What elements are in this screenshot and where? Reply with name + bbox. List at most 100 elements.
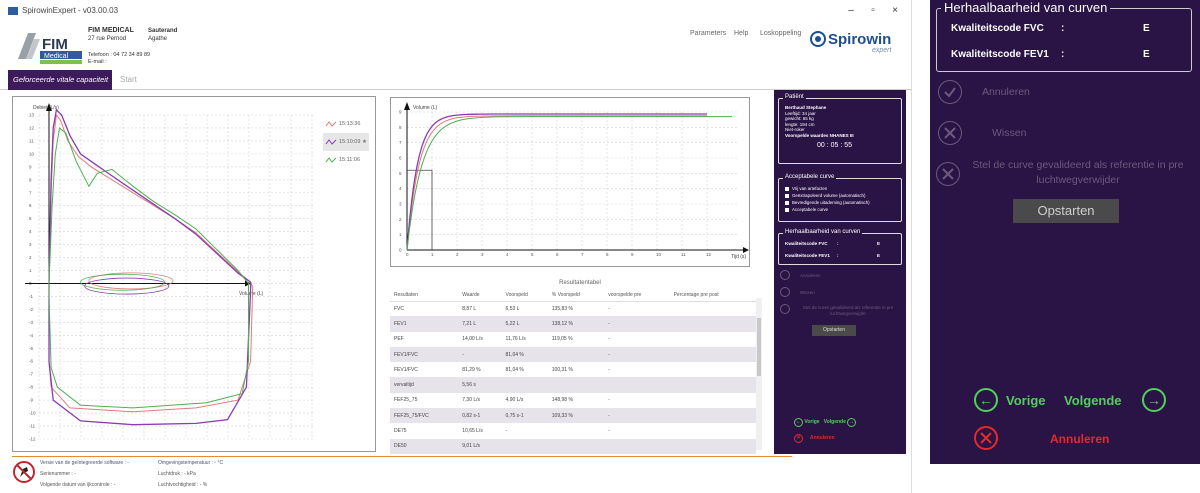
legend-time: 15:10:09 [339, 139, 361, 145]
table-row[interactable]: FEF25_75/FVC 0,82 s-1 0,75 s-1 109,33 % - [390, 408, 756, 424]
table-cell: DE50 [390, 438, 459, 454]
menu-disconnect[interactable]: Loskoppeling [760, 30, 801, 37]
table-cell: 9,01 L/s [458, 438, 502, 454]
wipe-x-icon[interactable] [780, 287, 790, 297]
table-cell: - [458, 346, 502, 363]
legend-item-selected[interactable]: 15:10:09 ★ [323, 133, 369, 151]
table-cell: 135,83 % [551, 305, 573, 312]
zoom-wipe-x-icon[interactable] [938, 121, 962, 145]
flow-y-label: Debiet (L/s) [33, 105, 59, 111]
cancel-x-icon[interactable]: × [794, 434, 803, 443]
zoom-fev1-label: Kwaliteitscode FEV1 [951, 49, 1049, 60]
colon: : [1061, 23, 1065, 34]
table-cell [547, 346, 605, 363]
validate-check-icon[interactable] [780, 270, 790, 280]
zoom-prev-arrow-icon[interactable]: ← [974, 388, 998, 412]
zoom-cancel-dim[interactable]: Annuleren [982, 86, 1030, 98]
reference-label[interactable]: Stel de curve gevalideerd als referentie… [794, 305, 902, 317]
results-scrollbar[interactable] [756, 298, 762, 450]
prev-arrow-icon[interactable]: ← [794, 418, 803, 427]
menu-parameters[interactable]: Parameters [690, 30, 726, 37]
zoom-validate-check-icon[interactable] [938, 80, 962, 104]
results-table-panel: Resultatentabel Resultaten Waarde Voorsp… [390, 276, 770, 454]
menu-help[interactable]: Help [734, 30, 748, 37]
y-tick-label: 1 [29, 268, 32, 273]
legend-item[interactable]: 15:11:06 [323, 151, 369, 169]
table-row[interactable]: DE50 9,01 L/s [390, 438, 756, 454]
y-tick-label: -6 [29, 359, 33, 364]
screen: SpirowinExpert - v03.00.03 – ▫ × FIM Med… [0, 0, 1200, 493]
y-tick-label: -8 [29, 385, 33, 390]
cancel-button[interactable]: Annuleren [810, 435, 835, 441]
reference-icon[interactable] [780, 304, 790, 314]
next-arrow-icon[interactable]: → [847, 418, 857, 427]
scroll-thumb[interactable] [757, 318, 761, 376]
y-tick-label: -2 [29, 307, 33, 312]
zoom-next-button[interactable]: Volgende [1064, 393, 1122, 408]
y-tick-label: -4 [29, 333, 33, 338]
table-cell: 5,56 s [458, 377, 502, 393]
close-button[interactable]: × [886, 5, 904, 16]
y-tick-label: -7 [29, 372, 33, 377]
svg-text:expert: expert [872, 47, 893, 54]
check-acceptable[interactable]: Acceptabele curve [784, 206, 901, 213]
table-cell: 0,82 s-1 [458, 408, 502, 424]
zoom-wipe-label[interactable]: Wissen [992, 127, 1026, 139]
table-row[interactable]: FEV1/FVC -81,04 % - [390, 346, 756, 363]
table-row[interactable]: FVC 8,87 L 6,53 L 135,83 % - [390, 301, 756, 316]
tab-fvc[interactable]: Geforceerde vitale capaciteit [8, 70, 112, 90]
predicted-norms: Voorspelde waardes NHANES III [785, 132, 854, 138]
table-cell: FEF25_75 [394, 397, 418, 404]
patient-short-name: Sauterand [148, 28, 178, 34]
maximize-button[interactable]: ▫ [864, 5, 882, 16]
results-title: Resultatentabel [559, 280, 601, 286]
table-cell: - [604, 408, 670, 424]
table-cell [604, 438, 670, 454]
table-row[interactable]: vervaltijd 5,56 s [390, 377, 756, 393]
table-cell [547, 438, 605, 454]
zoom-cancel-button[interactable]: Annuleren [1050, 432, 1109, 446]
start-button[interactable]: Opstarten [812, 325, 856, 336]
zoom-next-arrow-icon[interactable]: → [1142, 388, 1166, 412]
wipe-label[interactable]: Wissen [800, 290, 815, 295]
table-row[interactable]: PEF 14,00 L/s 11,76 L/s 119,05 % - [390, 332, 756, 347]
y-tick-label: 12 [29, 125, 35, 130]
legend-item[interactable]: 15:13:36 [323, 115, 369, 133]
zoom-start-button[interactable]: Opstarten [1013, 199, 1119, 223]
fim-medical-logo: FIM Medical [18, 33, 82, 64]
zoom-prev-button[interactable]: Vorige [1006, 393, 1046, 408]
next-button[interactable]: Volgende [824, 419, 846, 425]
y-tick-label: 0 [399, 248, 402, 253]
tidal-loop [80, 273, 165, 291]
zoom-reference-label[interactable]: Stel de curve gevalideerd als referentie… [956, 158, 1200, 188]
table-row[interactable]: FEV1/FVC 81,29 % 81,04 % 100,31 % - [390, 362, 756, 377]
table-row[interactable]: FEF25_75 7,30 L/s 4,90 L/s 148,98 % - [390, 393, 756, 408]
zoom-repeatability-legend: Herhaalbaarheid van curven [941, 0, 1111, 15]
check-artefacts[interactable]: Vrij van artefacten [784, 185, 901, 192]
x-tick-label: 0 [406, 252, 409, 257]
results-table: Resultaten Waarde Voorspeld % Voorspeld … [390, 290, 756, 454]
y-tick-label: 11 [29, 138, 34, 143]
tab-start[interactable]: Start [120, 75, 137, 84]
table-row[interactable]: DE75 10,65 L/s - - [390, 423, 756, 438]
table-cell: vervaltijd [390, 377, 459, 393]
zoom-cancel-x-icon[interactable] [974, 426, 998, 450]
fev1-quality-code: E [877, 253, 881, 258]
curve-legend: 15:13:36 15:10:09 ★ 15:11:06 [323, 115, 369, 175]
table-row[interactable]: FEV1 7,21 L 5,22 L 138,12 % - [390, 316, 756, 332]
minimize-button[interactable]: – [842, 5, 860, 16]
y-tick-label: 9 [399, 110, 402, 115]
cancel-dim-label[interactable]: Annuleren [800, 273, 821, 278]
table-cell [669, 316, 756, 332]
zoom-repeatability-box: Herhaalbaarheid van curven Kwaliteitscod… [936, 0, 1192, 72]
table-cell [670, 423, 756, 438]
email: E-mail : [88, 59, 107, 65]
table-cell [670, 362, 756, 377]
prev-button[interactable]: Vorige [804, 419, 819, 425]
check-extrapolated[interactable]: Geëxtrapoleerd volume (automatisch) [784, 192, 901, 199]
col-header: Percentage pre post [669, 290, 756, 302]
check-exhalation[interactable]: Bevredigende uitademing (automatisch) [784, 199, 901, 206]
y-tick-label: -12 [29, 437, 36, 442]
fvc-quality-label: Kwaliteitscode FVC [785, 241, 828, 246]
side-cancel[interactable]: × Annuleren [794, 434, 835, 443]
